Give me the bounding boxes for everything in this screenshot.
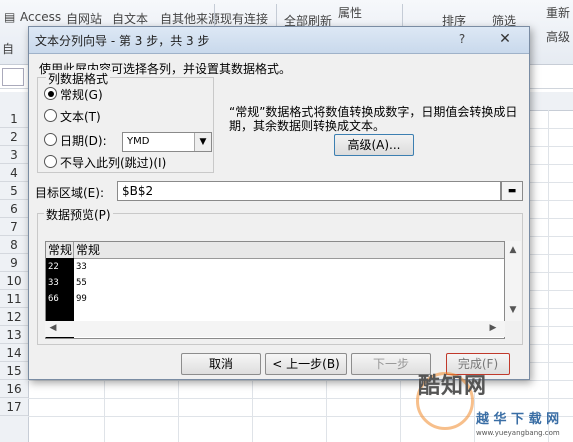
ribbon-get-external: 自 xyxy=(2,42,15,56)
date-format-select[interactable]: YMD ▼ xyxy=(122,132,212,152)
scroll-right-icon[interactable]: ▶ xyxy=(485,323,501,333)
preview-cell: 66 xyxy=(48,294,59,304)
destination-label: 目标区域(E): xyxy=(35,186,104,200)
scroll-left-icon[interactable]: ◀ xyxy=(45,323,61,333)
format-description: “常规”数据格式将数值转换成数字，日期值会转换成日期，其余数据则转换成文本。 xyxy=(229,105,518,133)
preview-column-header[interactable]: 常规 xyxy=(46,242,74,258)
scroll-down-icon[interactable]: ▼ xyxy=(505,305,521,315)
ribbon-from-text[interactable]: 自文本 xyxy=(112,10,148,27)
row-header[interactable]: 11 xyxy=(0,290,28,308)
grid-line xyxy=(28,398,573,399)
row-header[interactable]: 13 xyxy=(0,326,28,344)
row-header[interactable]: 5 xyxy=(0,182,28,200)
horizontal-scrollbar[interactable]: ◀ ▶ xyxy=(45,321,505,337)
watermark-url: www.yueyangbang.com xyxy=(476,429,560,437)
radio-text-label: 文本(T) xyxy=(60,110,101,124)
text-to-columns-dialog: 文本分列向导 - 第 3 步，共 3 步 ? ✕ 使用此屏内容可选择各列，并设置… xyxy=(28,26,530,380)
access-icon: ▤ xyxy=(4,10,16,24)
preview-cell: 99 xyxy=(76,294,87,304)
radio-general-label: 常规(G) xyxy=(60,88,103,102)
row-header[interactable]: 8 xyxy=(0,236,28,254)
row-header[interactable]: 14 xyxy=(0,344,28,362)
close-button[interactable]: ✕ xyxy=(491,30,519,48)
radio-unchecked-icon[interactable] xyxy=(44,155,57,168)
row-header[interactable]: 7 xyxy=(0,218,28,236)
back-button[interactable]: < 上一步(B) xyxy=(265,353,347,375)
data-preview-legend: 数据预览(P) xyxy=(44,206,113,223)
row-header[interactable]: 2 xyxy=(0,128,28,146)
collapse-dialog-icon[interactable]: ▬ xyxy=(501,181,523,201)
cancel-button[interactable]: 取消 xyxy=(181,353,261,375)
grid-line xyxy=(28,380,573,381)
ribbon-from-web[interactable]: 自网站 xyxy=(66,10,102,27)
preview-cell: 55 xyxy=(76,278,87,288)
watermark-logo-text: 酷知网 xyxy=(418,374,488,399)
column-format-group: 列数据格式 常规(G) 文本(T) 日期(D): YMD ▼ 不导入此列(跳过)… xyxy=(37,70,214,173)
dialog-title: 文本分列向导 - 第 3 步，共 3 步 xyxy=(35,34,210,48)
row-header[interactable]: 10 xyxy=(0,272,28,290)
radio-unchecked-icon[interactable] xyxy=(44,133,57,146)
row-header[interactable]: 6 xyxy=(0,200,28,218)
destination-input[interactable]: $B$2 xyxy=(117,181,501,201)
preview-cell: 22 xyxy=(48,262,59,272)
preview-cell: 33 xyxy=(48,278,59,288)
advanced-button[interactable]: 高级(A)... xyxy=(334,134,414,156)
radio-date-label: 日期(D): xyxy=(60,134,107,148)
row-header[interactable]: 3 xyxy=(0,146,28,164)
scroll-up-icon[interactable]: ▲ xyxy=(505,245,521,255)
help-button[interactable]: ? xyxy=(454,31,470,47)
date-format-value: YMD xyxy=(127,136,150,147)
destination-value: $B$2 xyxy=(122,184,154,198)
ribbon-existing-connections[interactable]: 现有连接 xyxy=(220,10,268,27)
radio-text[interactable]: 文本(T) xyxy=(44,108,101,126)
watermark-subtitle: 越 华 下 载 网 xyxy=(476,412,560,427)
row-header[interactable]: 1 xyxy=(0,110,28,128)
ribbon-properties[interactable]: 属性 xyxy=(338,4,362,21)
preview-header-row: 常规 常规 xyxy=(46,242,504,259)
radio-skip[interactable]: 不导入此列(跳过)(I) xyxy=(44,154,166,172)
name-box[interactable] xyxy=(2,68,24,86)
radio-date[interactable]: 日期(D): xyxy=(44,132,107,150)
row-headers: 1 2 3 4 5 6 7 8 9 10 11 12 13 14 15 16 17 xyxy=(0,110,29,442)
column-format-legend: 列数据格式 xyxy=(46,70,111,87)
row-header[interactable]: 4 xyxy=(0,164,28,182)
row-header[interactable]: 17 xyxy=(0,398,28,416)
ribbon-reapply[interactable]: 重新 xyxy=(546,4,570,21)
preview-cell: 33 xyxy=(76,262,87,272)
chevron-down-icon[interactable]: ▼ xyxy=(194,133,211,151)
preview-column-header[interactable]: 常规 xyxy=(74,242,504,258)
radio-checked-icon[interactable] xyxy=(44,87,57,100)
radio-skip-label: 不导入此列(跳过)(I) xyxy=(60,156,167,170)
row-header[interactable]: 15 xyxy=(0,362,28,380)
ribbon-access[interactable]: Access xyxy=(20,10,61,24)
vertical-scrollbar[interactable]: ▲ ▼ xyxy=(505,241,521,321)
row-header[interactable]: 9 xyxy=(0,254,28,272)
radio-general[interactable]: 常规(G) xyxy=(44,86,103,104)
data-preview-group: 数据预览(P) 常规 常规 22 33 33 55 66 99 ▲ ▼ ◀ ▶ xyxy=(37,206,523,345)
grid-line xyxy=(548,110,549,442)
ribbon-advanced[interactable]: 高级 xyxy=(546,28,570,45)
row-header[interactable]: 12 xyxy=(0,308,28,326)
radio-unchecked-icon[interactable] xyxy=(44,109,57,122)
row-header[interactable]: 16 xyxy=(0,380,28,398)
ribbon-from-other[interactable]: 自其他来源 xyxy=(160,10,220,27)
dialog-title-bar[interactable]: 文本分列向导 - 第 3 步，共 3 步 ? ✕ xyxy=(29,27,529,54)
